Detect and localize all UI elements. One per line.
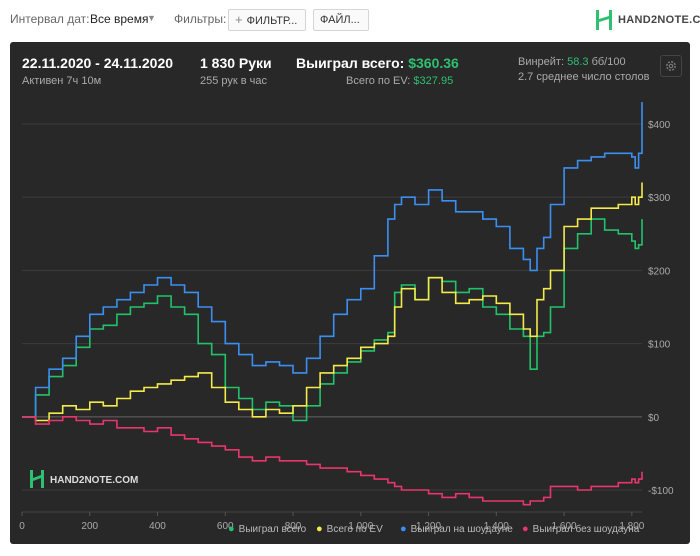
chevron-down-icon[interactable]: ▼ xyxy=(147,13,156,23)
hand2note-logo-icon xyxy=(596,10,612,30)
hand2note-logo-text: HAND2NOTE.COM xyxy=(618,14,700,26)
date-interval-select[interactable]: Все время xyxy=(90,12,148,26)
y-tick-label: -$100 xyxy=(648,486,674,497)
filter-button[interactable]: + ФИЛЬТР... xyxy=(228,9,306,31)
date-interval-label: Интервал дат: xyxy=(10,12,90,26)
legend-dot-icon: ● xyxy=(400,523,407,535)
file-button[interactable]: ФАЙЛ... xyxy=(313,9,369,31)
plus-icon: + xyxy=(235,12,243,27)
filters-label: Фильтры: xyxy=(174,12,227,26)
x-tick-label: 200 xyxy=(81,521,98,532)
series-line-4 xyxy=(22,416,643,506)
toolbar: Интервал дат: Все время ▼ Фильтры: + ФИЛЬ… xyxy=(0,0,700,40)
file-button-label: ФАЙЛ... xyxy=(320,14,360,26)
profit-chart: 0 200 400 600 800 1 000 1 200 1 400 1 600 1 800 -… xyxy=(19,102,674,532)
series-line-3 xyxy=(22,102,643,418)
y-tick-label: $300 xyxy=(648,193,671,204)
legend-dot-icon: ● xyxy=(316,523,323,535)
legend-label: Выиграл всего xyxy=(238,524,307,535)
chart-series xyxy=(22,102,643,506)
series-line-2 xyxy=(22,182,643,422)
legend-label: Выиграл без шоудауна xyxy=(532,524,640,535)
y-tick-label: $100 xyxy=(648,340,671,351)
legend-item[interactable]: ● Выиграл без шоудауна xyxy=(522,523,639,535)
y-axis-ticks: -$100 $0 $100 $200 $300 $400 xyxy=(648,120,674,497)
legend-label: Всего по EV xyxy=(326,524,383,535)
legend-item[interactable]: ● Выиграл на шоудауне xyxy=(400,523,513,535)
filter-button-label: ФИЛЬТР... xyxy=(246,15,298,27)
legend-dot-icon: ● xyxy=(522,523,529,535)
series-line-1 xyxy=(22,218,643,422)
y-tick-label: $400 xyxy=(648,120,671,131)
chart-grid xyxy=(21,123,642,516)
y-tick-label: $0 xyxy=(648,413,660,424)
chart-watermark: HAND2NOTE.COM xyxy=(30,470,138,488)
session-panel: 22.11.2020 - 24.11.2020 Активен 7ч 10м 1… xyxy=(10,42,690,544)
x-tick-label: 400 xyxy=(149,521,166,532)
legend-label: Выиграл на шоудауне xyxy=(410,524,513,535)
legend-dot-icon: ● xyxy=(228,523,235,535)
legend-item[interactable]: ● Всего по EV xyxy=(316,523,383,535)
x-tick-label: 0 xyxy=(19,521,25,532)
y-tick-label: $200 xyxy=(648,266,671,277)
legend-item[interactable]: ● Выиграл всего xyxy=(228,523,306,535)
watermark-text: HAND2NOTE.COM xyxy=(50,475,138,486)
